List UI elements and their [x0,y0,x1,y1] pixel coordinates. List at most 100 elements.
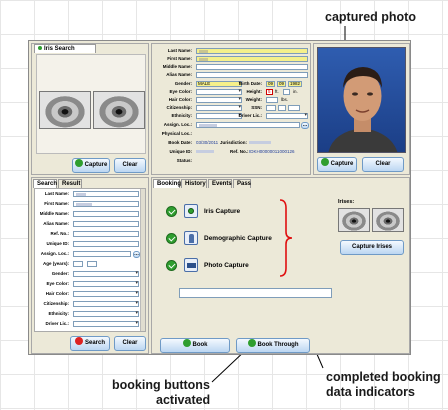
height-inches-field[interactable] [283,89,290,95]
book-button[interactable]: Book [160,338,230,353]
booking-panel: Booking History Events Pass Iris Capture… [151,177,410,354]
book-through-arrow-icon [247,339,256,348]
search-field-label: Eye Color: [46,281,69,286]
book-through-button[interactable]: Book Through [236,338,310,353]
feet-unit: ft. [275,89,279,94]
search-field-label: Unique ID: [46,241,70,246]
search-assign-loc-browse-button[interactable]: … [133,251,140,258]
citizenship-select[interactable] [196,104,242,111]
ref-no-value: IDKH00000011000126 [249,149,295,154]
alias-name-field[interactable] [196,72,308,78]
birth-month-field[interactable]: 09 [266,81,275,87]
iris-capture-label: Capture [84,162,108,168]
first-name-redacted [199,58,208,61]
birth-day-field[interactable]: 09 [277,81,286,87]
photo-capture-icon[interactable] [184,258,198,272]
gender-label: Gender: [174,81,192,86]
iris-clear-label: Clear [122,162,138,168]
search-field-label: Age (years): [42,261,69,266]
search-input[interactable] [73,191,139,197]
search-select[interactable] [73,310,139,317]
weight-field[interactable] [266,97,278,103]
search-age-max-field[interactable] [87,261,97,267]
driver-lic-select[interactable] [266,112,308,119]
photo-capture-complete-check-icon [166,260,177,271]
birth-date-label: Birth Date: [238,81,262,86]
birth-month-value: 09 [268,81,274,86]
photo-capture-label: Photo Capture [204,262,249,269]
search-form-scrollbar[interactable] [140,189,145,331]
driver-lic-label: Driver Lic.: [238,113,262,118]
search-button-label: Search [84,340,105,346]
tab-events[interactable]: Events [208,179,232,188]
ssn-part1-field[interactable] [266,105,276,111]
booking-status-field[interactable] [179,288,332,298]
search-input[interactable] [73,251,131,257]
search-select[interactable] [73,280,139,287]
photo-capture-label: Capture [330,161,354,167]
search-field-label: Ethnicity: [48,311,69,316]
iris-capture-eye-glyph [188,208,194,214]
photo-capture-button[interactable]: Capture [317,157,357,172]
booking-right-eye-image [372,208,404,232]
search-button[interactable]: Search [70,336,110,351]
iris-clear-button[interactable]: Clear [114,158,146,173]
tab-result[interactable]: Result [58,179,82,188]
camera-glyph [187,263,196,268]
tab-booking[interactable]: Booking [153,179,181,188]
hair-color-select[interactable] [196,96,242,103]
eye-color-select[interactable] [196,88,242,95]
last-name-field[interactable] [196,48,308,54]
photo-panel: Capture Clear [313,43,410,175]
tab-search[interactable]: Search [33,179,57,188]
height-feet-field[interactable]: 5 [266,89,273,95]
search-input[interactable] [73,211,139,217]
capture-irises-button[interactable]: Capture Irises [340,240,404,255]
book-date-label: Book Date: [168,140,192,145]
ethnicity-select[interactable] [196,112,242,119]
photo-clear-label: Clear [375,161,391,167]
search-input[interactable] [73,231,139,237]
book-arrow-icon [182,339,191,348]
birth-year-field[interactable]: 1982 [288,81,302,87]
gender-select[interactable]: MALE [196,80,242,87]
search-field-label: Citizenship: [43,301,70,306]
search-select[interactable] [73,290,139,297]
birth-year-value: 1982 [290,81,301,86]
tab-pass[interactable]: Pass [233,179,251,188]
ssn-part3-field[interactable] [288,105,300,111]
search-clear-button[interactable]: Clear [114,336,146,351]
assign-loc-label: Assign. Loc.: [163,122,192,127]
search-input[interactable] [73,241,139,247]
weight-label: Weight: [245,97,262,102]
search-clear-label: Clear [122,340,138,346]
height-label: Height: [246,89,263,94]
tab-iris-search-label: Iris Search [44,46,75,52]
height-feet-value: 5 [268,89,271,94]
search-field-label: Hair Color: [45,291,69,296]
ssn-part2-field[interactable] [278,105,286,111]
capture-irises-label: Capture Irises [351,244,393,250]
search-select[interactable] [73,300,139,307]
search-select[interactable] [73,270,139,277]
tab-history[interactable]: History [181,179,207,188]
search-field-label: First Name: [44,201,69,206]
search-select[interactable] [73,320,139,327]
ref-no-label: Ref. No.: [230,149,249,154]
photo-clear-button[interactable]: Clear [362,157,404,172]
search-input[interactable] [73,201,139,207]
search-input[interactable] [73,221,139,227]
tab-iris-search[interactable]: Iris Search [34,44,96,53]
search-field-label: Last Name: [44,191,69,196]
mugshot-icon [328,67,398,152]
demographic-capture-icon[interactable] [184,231,198,245]
search-form: Last Name: First Name: Middle Name: Alias N… [34,188,146,332]
assign-loc-field[interactable] [196,122,300,128]
iris-capture-button[interactable]: Capture [72,158,110,173]
middle-name-field[interactable] [196,64,308,70]
booking-application-window: Iris Search Capture Clear Last Name: Fir… [28,40,411,355]
search-age-min-field[interactable] [73,261,83,267]
first-name-field[interactable] [196,56,308,62]
iris-capture-icon[interactable] [184,204,198,218]
assign-loc-browse-button[interactable]: … [301,122,309,129]
